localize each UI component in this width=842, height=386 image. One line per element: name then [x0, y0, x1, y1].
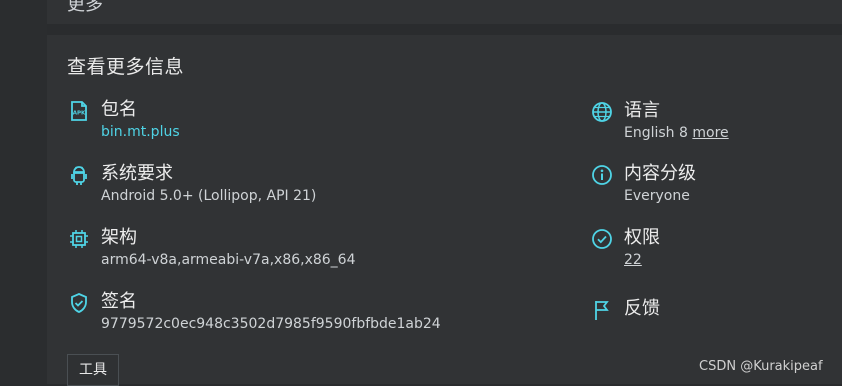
tools-button[interactable]: 工具: [67, 354, 119, 386]
flag-icon: [590, 298, 614, 322]
content-rating-value: Everyone: [624, 188, 690, 204]
architecture-label: 架构: [101, 227, 137, 248]
content-rating-label: 内容分级: [624, 163, 696, 184]
package-value: bin.mt.plus: [101, 124, 180, 140]
language-more-link[interactable]: more: [692, 125, 728, 141]
previous-section-card: 更多: [47, 0, 842, 24]
requirements-label: 系统要求: [101, 163, 173, 184]
svg-text:APK: APK: [73, 111, 86, 117]
apk-icon: APK: [67, 99, 91, 123]
more-info-card: 查看更多信息 APK 包名 bin.mt.plus 系统要求 Android 5…: [47, 35, 842, 386]
check-circle-icon: [590, 227, 614, 251]
previous-section-fragment: 更多: [67, 0, 103, 15]
architecture-value: arm64-v8a,armeabi-v7a,x86,x86_64: [101, 252, 356, 268]
chip-icon: [67, 227, 91, 251]
requirements-value: Android 5.0+ (Lollipop, API 21): [101, 188, 317, 204]
watermark: CSDN @Kurakipeaf: [699, 359, 823, 374]
section-title: 查看更多信息: [67, 56, 185, 78]
language-count: English 8: [624, 125, 688, 141]
signature-label: 签名: [101, 291, 137, 312]
permissions-value: 22: [624, 252, 642, 268]
language-value: English 8 more: [624, 125, 729, 141]
feedback-label[interactable]: 反馈: [624, 294, 660, 320]
shield-check-icon: [67, 291, 91, 315]
language-label: 语言: [624, 100, 660, 121]
info-icon: [590, 163, 614, 187]
package-label: 包名: [101, 99, 137, 120]
android-icon: [67, 163, 91, 187]
permissions-label: 权限: [624, 227, 660, 248]
left-strip: [0, 0, 47, 384]
permissions-count-link[interactable]: 22: [624, 252, 642, 268]
signature-value: 9779572c0ec948c3502d7985f9590fbfbde1ab24: [101, 316, 441, 332]
globe-icon: [590, 100, 614, 124]
